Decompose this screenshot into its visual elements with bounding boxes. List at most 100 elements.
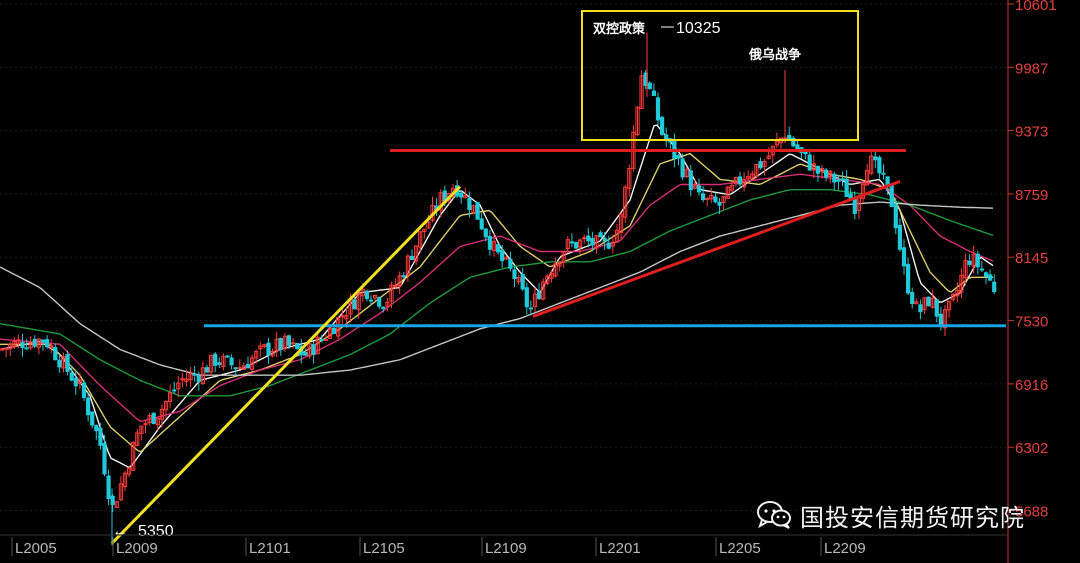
candle-up <box>340 315 345 318</box>
candle-down <box>893 204 898 229</box>
trend-line-1 <box>110 185 462 545</box>
candle-down <box>69 372 74 381</box>
candle-down <box>479 218 484 230</box>
candle-down <box>647 82 652 89</box>
candle-down <box>873 156 878 161</box>
moving-averages <box>0 124 994 469</box>
candle-down <box>172 389 177 392</box>
candle-down <box>934 299 939 317</box>
candle-down <box>192 373 197 376</box>
y-tick-label: 9987 <box>1015 60 1048 77</box>
candle-down <box>840 178 845 181</box>
candle-up <box>4 347 9 350</box>
candle-down <box>938 313 943 326</box>
candle-down <box>332 327 337 335</box>
candle-down <box>278 338 283 350</box>
candle-down <box>500 249 505 262</box>
candle-down <box>672 138 677 159</box>
y-tick-label: 7530 <box>1015 314 1048 331</box>
x-tick-label: L2005 <box>15 540 57 557</box>
price-chart: 双控政策 10325 俄乌战争 ← 5350 10601 9987 9373 8759… <box>0 0 1057 563</box>
candle-down <box>233 367 238 370</box>
candle-down <box>680 158 685 178</box>
x-tick-label: L2205 <box>719 540 761 557</box>
x-tick-label: L2109 <box>485 540 527 557</box>
watermark: 国投安信期货研究院 <box>756 497 1025 533</box>
candle-down <box>918 304 923 313</box>
ma-line-4 <box>0 188 994 397</box>
candle-down <box>475 202 480 220</box>
candle-down <box>303 352 308 356</box>
candle-down <box>787 134 792 140</box>
candle-down <box>877 157 882 174</box>
candle-down <box>655 97 661 121</box>
candle-down <box>988 274 993 281</box>
x-tick-label: L2201 <box>599 540 641 557</box>
candle-up <box>0 348 5 351</box>
candle-down <box>701 193 706 201</box>
candle-down <box>901 247 907 267</box>
candle-down <box>897 224 902 250</box>
candle-down <box>569 241 574 244</box>
candle-down <box>295 342 300 350</box>
x-tick-label: L2101 <box>249 540 291 557</box>
candle-down <box>836 179 841 182</box>
candle-down <box>651 90 656 96</box>
high-value-label: 10325 <box>676 20 721 37</box>
watermark-text: 国投安信期货研究院 <box>800 503 1025 532</box>
candle-down <box>676 155 681 159</box>
candle-down <box>803 151 808 155</box>
candle-down <box>992 281 997 293</box>
y-tick-label: 6302 <box>1015 440 1048 457</box>
candle-down <box>852 198 857 214</box>
low-value-label: 5350 <box>138 523 174 540</box>
y-tick-label: 8759 <box>1015 187 1048 204</box>
candle-down <box>32 338 37 347</box>
candle-down <box>967 260 972 265</box>
candle-down <box>844 178 849 198</box>
candle-down <box>483 228 488 238</box>
candle-down <box>524 287 529 308</box>
candle-up <box>504 257 509 260</box>
candle-down <box>86 397 91 416</box>
candle-down <box>537 291 542 300</box>
candle-down <box>696 185 702 193</box>
y-tick-label: 9373 <box>1015 124 1048 141</box>
candle-down <box>815 165 820 174</box>
candle-down <box>217 362 222 365</box>
candle-down <box>266 342 271 356</box>
candle-down <box>975 253 980 268</box>
candle-down <box>286 335 292 346</box>
candle-down <box>45 339 50 348</box>
candle-down <box>40 339 46 343</box>
candle-down <box>213 353 218 366</box>
candles <box>0 32 997 546</box>
candle-down <box>225 355 230 358</box>
candle-down <box>57 359 62 368</box>
candle-down <box>983 272 989 277</box>
candle-down <box>401 275 406 278</box>
candle-down <box>377 297 382 307</box>
candle-down <box>196 375 201 382</box>
candle-down <box>98 427 103 446</box>
candle-down <box>586 235 591 242</box>
candle-down <box>496 244 501 253</box>
candle-down <box>81 382 87 399</box>
candle-down <box>889 184 894 207</box>
candle-down <box>65 354 70 372</box>
candle-down <box>409 255 415 261</box>
candle-down <box>467 197 472 210</box>
candle-down <box>598 232 603 238</box>
x-tick-label: L2009 <box>116 540 158 557</box>
candle-down <box>90 411 95 426</box>
candle-down <box>590 237 595 246</box>
candle-down <box>319 338 324 341</box>
candle-down <box>881 172 886 175</box>
candle-up <box>237 367 242 370</box>
candle-down <box>979 268 984 271</box>
candle-down <box>758 161 763 169</box>
candle-down <box>20 342 25 349</box>
candle-down <box>807 154 812 171</box>
candle-down <box>713 196 718 203</box>
candle-down <box>528 307 533 310</box>
